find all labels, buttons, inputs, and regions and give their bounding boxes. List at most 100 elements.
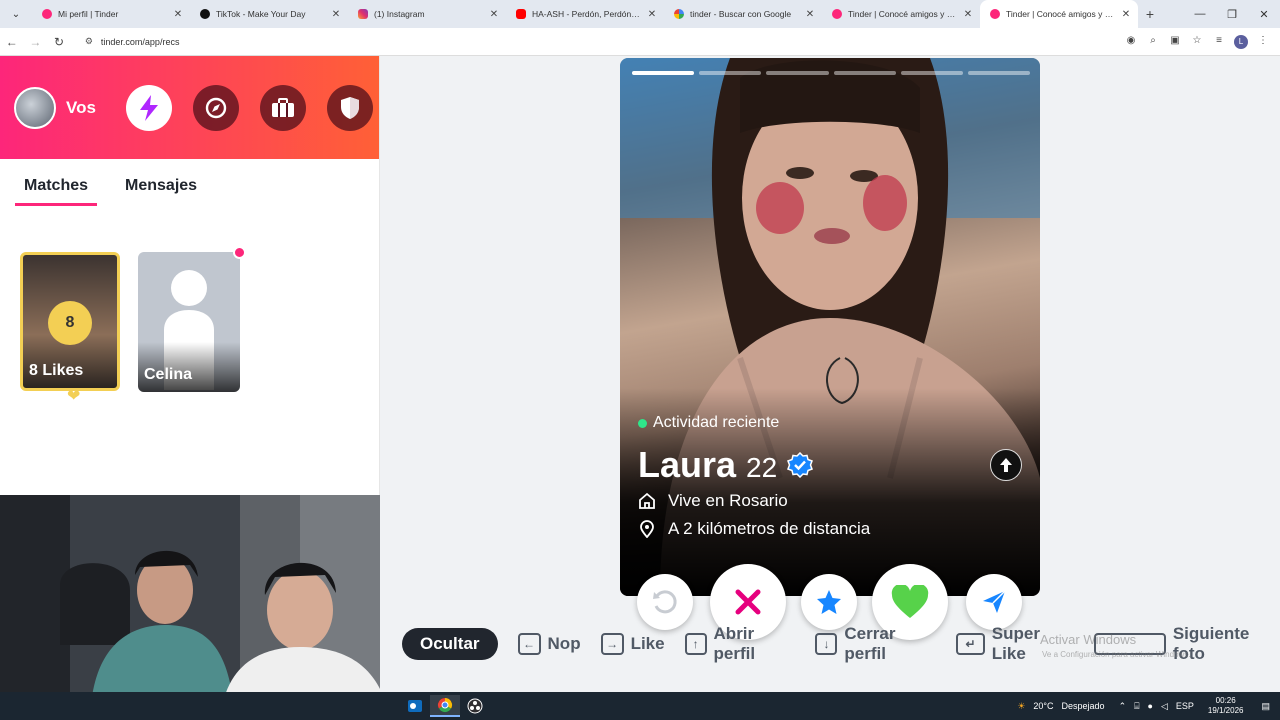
rewind-button[interactable] [637, 574, 693, 630]
close-icon[interactable]: ✕ [488, 9, 500, 20]
reload-icon[interactable]: ↻ [47, 35, 71, 49]
send-message-button[interactable] [966, 574, 1022, 630]
browser-tab[interactable]: HA-ASH - Perdón, Perdón (Prin ✕ [506, 0, 664, 28]
chrome-icon[interactable] [430, 695, 460, 717]
toolbar-icons: ◉ ⌕ ▣ ☆ ≡ L ⋮ [1120, 34, 1274, 49]
briefcase-icon [272, 97, 294, 117]
microphone-icon[interactable]: ● [1148, 701, 1153, 711]
match-card[interactable]: Celina [138, 246, 246, 392]
close-icon[interactable]: ✕ [962, 9, 974, 20]
browser-tab[interactable]: Tinder | Conocé amigos y gent ✕ [822, 0, 980, 28]
taskbar-apps [400, 695, 490, 717]
photo-bar[interactable] [833, 71, 896, 75]
close-icon[interactable]: ✕ [646, 9, 658, 20]
forward-icon[interactable]: → [24, 35, 48, 49]
address-bar-row: ← → ↻ ⚙ tinder.com/app/recs ◉ ⌕ ▣ ☆ ≡ L … [0, 28, 1280, 56]
verified-badge-icon [787, 452, 814, 478]
obs-icon[interactable] [460, 695, 490, 717]
google-icon [674, 9, 684, 19]
back-icon[interactable]: ← [0, 35, 24, 49]
close-icon[interactable]: ✕ [804, 9, 816, 20]
weather-temp[interactable]: 20°C [1033, 701, 1053, 711]
media-control-icon[interactable]: ≡ [1208, 35, 1230, 49]
outlook-icon[interactable] [400, 695, 430, 717]
arrow-up-key-icon: ↑ [684, 633, 707, 655]
site-info-icon[interactable]: ⚙ [85, 36, 93, 47]
recs-area: Actividad reciente Laura 22 Vive en Rosa… [380, 56, 1280, 692]
tab-search-chevron-icon[interactable]: ⌄ [4, 4, 28, 24]
photo-bar[interactable] [699, 71, 762, 75]
profile-card[interactable]: Actividad reciente Laura 22 Vive en Rosa… [620, 58, 1040, 596]
close-icon[interactable]: ✕ [330, 9, 342, 20]
browser-tab[interactable]: (1) Instagram ✕ [348, 0, 506, 28]
browser-tab[interactable]: tinder - Buscar con Google ✕ [664, 0, 822, 28]
user-label[interactable]: Vos [66, 98, 106, 118]
profile-name: Laura [638, 444, 737, 485]
city-line: Vive en Rosario [638, 491, 788, 511]
photo-bar[interactable] [632, 71, 695, 75]
speaker-icon[interactable]: ◁ [1161, 701, 1168, 712]
close-icon[interactable]: ✕ [1120, 9, 1132, 20]
boost-button[interactable] [126, 84, 172, 131]
photo-bar[interactable] [900, 71, 963, 75]
url-text: tinder.com/app/recs [100, 36, 180, 47]
shortcut-label: Nop [547, 634, 581, 653]
tab-title: tinder - Buscar con Google [690, 9, 792, 19]
heart-icon: ❤ [67, 388, 81, 405]
close-window-icon[interactable]: ✕ [1248, 8, 1280, 21]
tinder-icon [990, 9, 1000, 19]
tab-title: HA-ASH - Perdón, Perdón (Prin [532, 9, 642, 19]
sidebar-header: Vos [0, 56, 379, 159]
browser-tab[interactable]: TikTok - Make Your Day ✕ [190, 0, 348, 28]
tab-title: TikTok - Make Your Day [216, 9, 306, 19]
menu-kebab-icon[interactable]: ⋮ [1252, 35, 1274, 49]
matches-grid: 8 8 Likes ❤ Celina [0, 246, 379, 405]
star-icon [817, 590, 841, 614]
taskbar: ☀ 20°C Despejado ⌃ ⌸ ● ◁ ESP 00:26 19/1/… [0, 692, 1280, 720]
tab-mensajes[interactable]: Mensajes [125, 177, 197, 206]
tinder-icon [832, 9, 842, 19]
distance-text: A 2 kilómetros de distancia [668, 519, 871, 538]
avatar[interactable] [14, 86, 56, 129]
webcam-video [0, 495, 401, 720]
restore-icon[interactable]: ❐ [1216, 8, 1248, 21]
new-tab-button[interactable]: + [1138, 6, 1162, 22]
explore-button[interactable] [193, 84, 239, 131]
arrow-right-key-icon: → [600, 633, 624, 655]
paper-plane-icon [983, 590, 1006, 613]
windows-activation-title: Activar Windows [1040, 632, 1137, 647]
photo-bar[interactable] [766, 71, 829, 75]
clock-date: 19/1/2026 [1207, 706, 1244, 715]
weather-icon[interactable]: ☀ [1017, 701, 1025, 712]
nope-x-icon [735, 589, 761, 615]
browser-tab-active[interactable]: Tinder | Conocé amigos y gent ✕ [980, 0, 1138, 28]
clock[interactable]: 00:26 19/1/2026 [1208, 696, 1244, 716]
weather-text[interactable]: Despejado [1062, 701, 1105, 711]
close-icon[interactable]: ✕ [172, 9, 184, 20]
language-indicator[interactable]: ESP [1176, 701, 1194, 711]
zoom-icon[interactable]: ⌕ [1142, 35, 1164, 49]
location-icon[interactable]: ◉ [1120, 35, 1142, 49]
webcam-overlay [0, 495, 401, 720]
bookmark-star-icon[interactable]: ☆ [1186, 35, 1208, 49]
install-app-icon[interactable]: ▣ [1164, 35, 1186, 49]
work-mode-button[interactable] [260, 84, 306, 131]
photo-bar[interactable] [967, 71, 1031, 75]
safety-button[interactable] [327, 84, 373, 131]
browser-tab[interactable]: Mi perfil | Tinder ✕ [32, 0, 190, 28]
chevron-up-icon[interactable]: ⌃ [1119, 701, 1127, 712]
shield-icon [341, 96, 359, 119]
likes-card[interactable]: 8 8 Likes ❤ [20, 252, 120, 405]
window-controls: — ❐ ✕ [1184, 8, 1280, 21]
tab-matches[interactable]: Matches [15, 177, 98, 206]
open-profile-button[interactable] [990, 449, 1022, 481]
profile-avatar[interactable]: L [1234, 34, 1248, 49]
shortcut-nope: ← Nop [517, 633, 581, 655]
super-like-button[interactable] [801, 574, 857, 630]
network-icon[interactable]: ⌸ [1134, 701, 1139, 712]
notification-icon[interactable]: ▤ [1261, 701, 1270, 712]
name-line: Laura 22 [638, 444, 814, 486]
url-field[interactable]: ⚙ tinder.com/app/recs [76, 30, 1120, 53]
minimize-icon[interactable]: — [1184, 8, 1216, 21]
hide-shortcuts-button[interactable]: Ocultar [402, 628, 498, 660]
